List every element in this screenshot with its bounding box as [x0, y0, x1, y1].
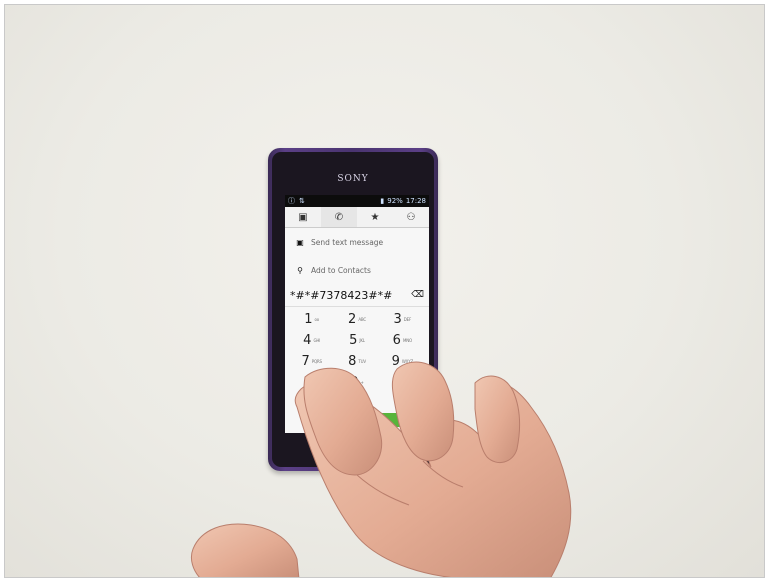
photo-frame: SONY ⓘ ⇅ ▮ 92% 17:28 ▣ ✆ ★ ⚇ ▣ Send text… [4, 4, 765, 578]
hand-illustration [190, 361, 572, 577]
thumb [190, 523, 300, 577]
